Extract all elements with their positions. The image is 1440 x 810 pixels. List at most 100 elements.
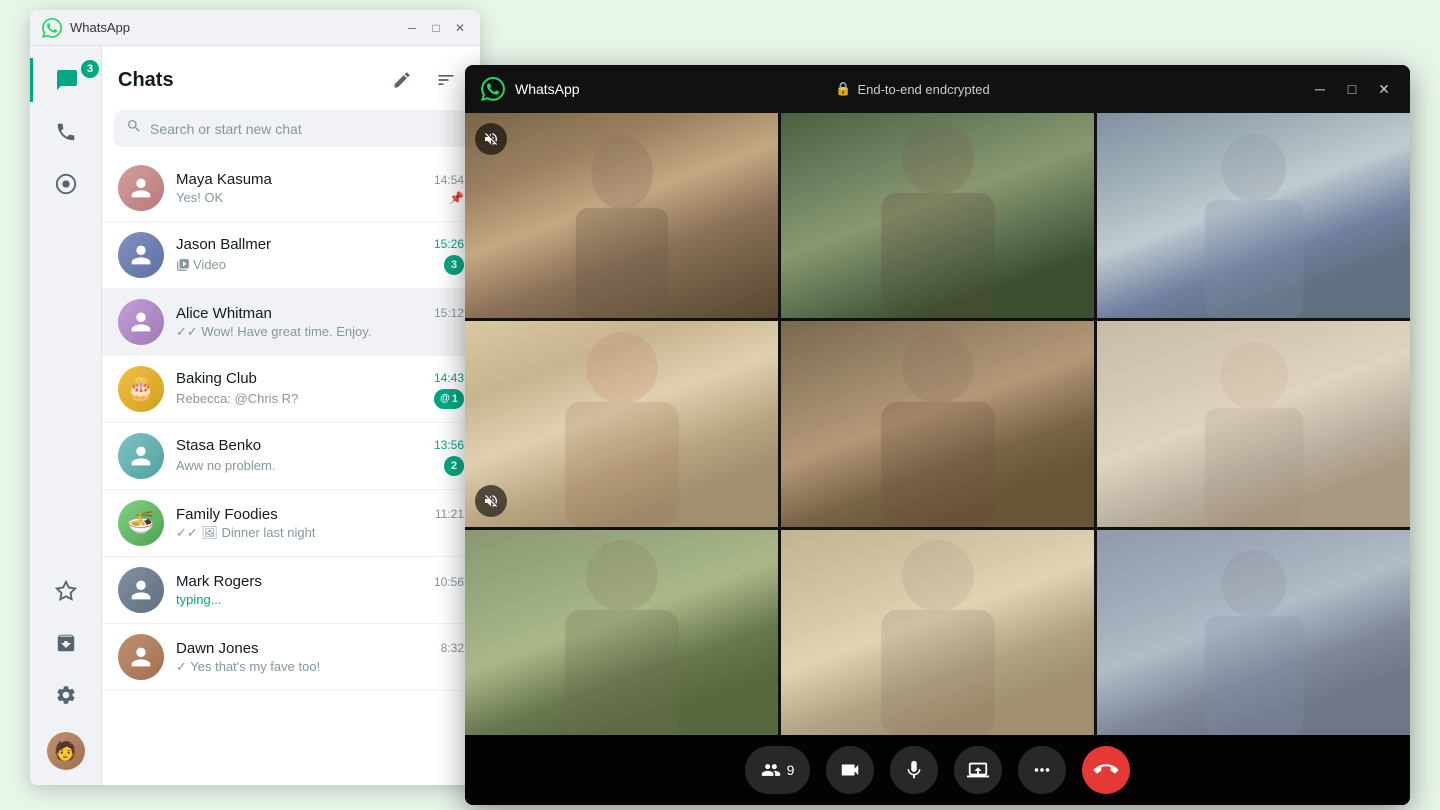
chat-item-jason[interactable]: Jason Ballmer 15:26 Video 3 <box>102 222 480 289</box>
video-cell-4 <box>465 321 778 526</box>
maximize-button[interactable]: □ <box>428 20 444 36</box>
video-grid <box>465 113 1410 735</box>
chat-item-maya[interactable]: Maya Kasuma 14:54 Yes! OK 📌 <box>102 155 480 222</box>
video-window-controls: ─ □ ✕ <box>1310 79 1394 99</box>
chat-info-dawn: Dawn Jones 8:32 ✓ Yes that's my fave too… <box>176 640 464 675</box>
chats-title: Chats <box>118 69 174 92</box>
video-cell-2 <box>781 113 1094 318</box>
chat-item-dawn[interactable]: Dawn Jones 8:32 ✓ Yes that's my fave too… <box>102 624 480 691</box>
chat-name: Baking Club <box>176 370 257 387</box>
chat-info-maya: Maya Kasuma 14:54 Yes! OK 📌 <box>176 171 464 205</box>
chat-item-baking[interactable]: 🎂 Baking Club 14:43 Rebecca: @Chris R? @ <box>102 356 480 423</box>
sidebar-item-starred[interactable] <box>44 569 88 613</box>
chat-preview: ✓✓ Wow! Have great time. Enjoy. <box>176 324 371 340</box>
video-cell-3 <box>1097 113 1410 318</box>
new-chat-button[interactable] <box>384 62 420 98</box>
unread-badge: @ 1 <box>434 389 464 409</box>
chat-avatar-mark <box>118 567 164 613</box>
video-maximize-button[interactable]: □ <box>1342 79 1362 99</box>
minimize-button[interactable]: ─ <box>404 20 420 36</box>
chat-item-alice[interactable]: Alice Whitman 15:12 ✓✓ Wow! Have great t… <box>102 289 480 356</box>
chat-info-stasa: Stasa Benko 13:56 Aww no problem. 2 <box>176 437 464 476</box>
encryption-label: 🔒 End-to-end endcrypted <box>835 81 989 97</box>
chat-time: 15:26 <box>434 237 464 251</box>
filter-button[interactable] <box>428 62 464 98</box>
close-button[interactable]: ✕ <box>452 20 468 36</box>
chat-item-foodies[interactable]: 🍜 Family Foodies 11:21 ✓✓ 🖼 Dinner last … <box>102 490 480 557</box>
sidebar-nav: 3 <box>30 46 102 785</box>
sidebar-item-status[interactable] <box>44 162 88 206</box>
user-avatar[interactable]: 🧑 <box>44 729 88 773</box>
video-titlebar: WhatsApp 🔒 End-to-end endcrypted ─ □ ✕ <box>465 65 1410 113</box>
chat-avatar-maya <box>118 165 164 211</box>
chat-name: Jason Ballmer <box>176 236 271 253</box>
chat-avatar-foodies: 🍜 <box>118 500 164 546</box>
more-options-button[interactable] <box>1018 746 1066 794</box>
chat-avatar-jason <box>118 232 164 278</box>
chat-item-mark[interactable]: Mark Rogers 10:56 typing... <box>102 557 480 624</box>
video-cell-5-active <box>781 321 1094 526</box>
chat-info-baking: Baking Club 14:43 Rebecca: @Chris R? @ 1 <box>176 370 464 409</box>
chat-avatar-dawn <box>118 634 164 680</box>
chat-name: Alice Whitman <box>176 305 272 322</box>
chat-name: Stasa Benko <box>176 437 261 454</box>
chats-header: Chats <box>102 46 480 106</box>
chat-time: 8:32 <box>441 641 464 655</box>
video-minimize-button[interactable]: ─ <box>1310 79 1330 99</box>
chat-name: Mark Rogers <box>176 573 262 590</box>
participants-button[interactable]: 9 <box>745 746 811 794</box>
pin-icon: 📌 <box>449 191 464 205</box>
chat-name: Family Foodies <box>176 506 278 523</box>
chat-name: Maya Kasuma <box>176 171 272 188</box>
sidebar-item-chats[interactable]: 3 <box>30 58 101 102</box>
screen-share-button[interactable] <box>954 746 1002 794</box>
video-app-title: WhatsApp <box>515 81 835 97</box>
window-controls: ─ □ ✕ <box>404 20 468 36</box>
chat-time: 14:43 <box>434 371 464 385</box>
chat-info-mark: Mark Rogers 10:56 typing... <box>176 573 464 607</box>
chat-list: Maya Kasuma 14:54 Yes! OK 📌 <box>102 155 480 785</box>
chat-info-alice: Alice Whitman 15:12 ✓✓ Wow! Have great t… <box>176 305 464 340</box>
unread-badge: 3 <box>444 255 464 275</box>
search-icon <box>126 118 142 139</box>
encryption-text: End-to-end endcrypted <box>857 82 989 97</box>
search-input[interactable] <box>150 121 456 137</box>
whatsapp-logo-video-icon <box>481 77 505 101</box>
sidebar-item-archived[interactable] <box>44 621 88 665</box>
video-cell-1 <box>465 113 778 318</box>
video-close-button[interactable]: ✕ <box>1374 79 1394 99</box>
app-titlebar: WhatsApp ─ □ ✕ <box>30 10 480 46</box>
chat-time: 13:56 <box>434 438 464 452</box>
toggle-mic-button[interactable] <box>890 746 938 794</box>
sidebar-item-calls[interactable] <box>44 110 88 154</box>
chats-panel: Chats <box>102 46 480 785</box>
video-cell-6 <box>1097 321 1410 526</box>
search-bar <box>114 110 468 147</box>
call-controls-bar: 9 <box>465 735 1410 805</box>
unread-badge: 2 <box>444 456 464 476</box>
desktop-background: WhatsApp ─ □ ✕ 3 <box>0 0 1440 810</box>
chat-avatar-stasa <box>118 433 164 479</box>
chat-avatar-alice <box>118 299 164 345</box>
chat-preview: ✓✓ 🖼 Dinner last night <box>176 525 315 541</box>
chat-preview: ✓ Yes that's my fave too! <box>176 659 320 675</box>
video-cell-9 <box>1097 530 1410 735</box>
chat-preview: Rebecca: @Chris R? <box>176 391 298 406</box>
chats-badge: 3 <box>81 60 99 78</box>
chat-time: 14:54 <box>434 173 464 187</box>
end-call-button[interactable] <box>1082 746 1130 794</box>
chat-time: 10:56 <box>434 575 464 589</box>
chat-preview-typing: typing... <box>176 592 222 607</box>
lock-icon: 🔒 <box>835 81 851 97</box>
video-call-window: WhatsApp 🔒 End-to-end endcrypted ─ □ ✕ <box>465 65 1410 805</box>
mute-indicator-4 <box>475 485 507 517</box>
app-body: 3 <box>30 46 480 785</box>
toggle-video-button[interactable] <box>826 746 874 794</box>
chat-item-stasa[interactable]: Stasa Benko 13:56 Aww no problem. 2 <box>102 423 480 490</box>
chat-preview: Aww no problem. <box>176 458 275 473</box>
whatsapp-main-window: WhatsApp ─ □ ✕ 3 <box>30 10 480 785</box>
sidebar-item-settings[interactable] <box>44 673 88 717</box>
chat-preview: Yes! OK <box>176 190 223 205</box>
chat-info-jason: Jason Ballmer 15:26 Video 3 <box>176 236 464 275</box>
participants-count: 9 <box>787 762 795 778</box>
